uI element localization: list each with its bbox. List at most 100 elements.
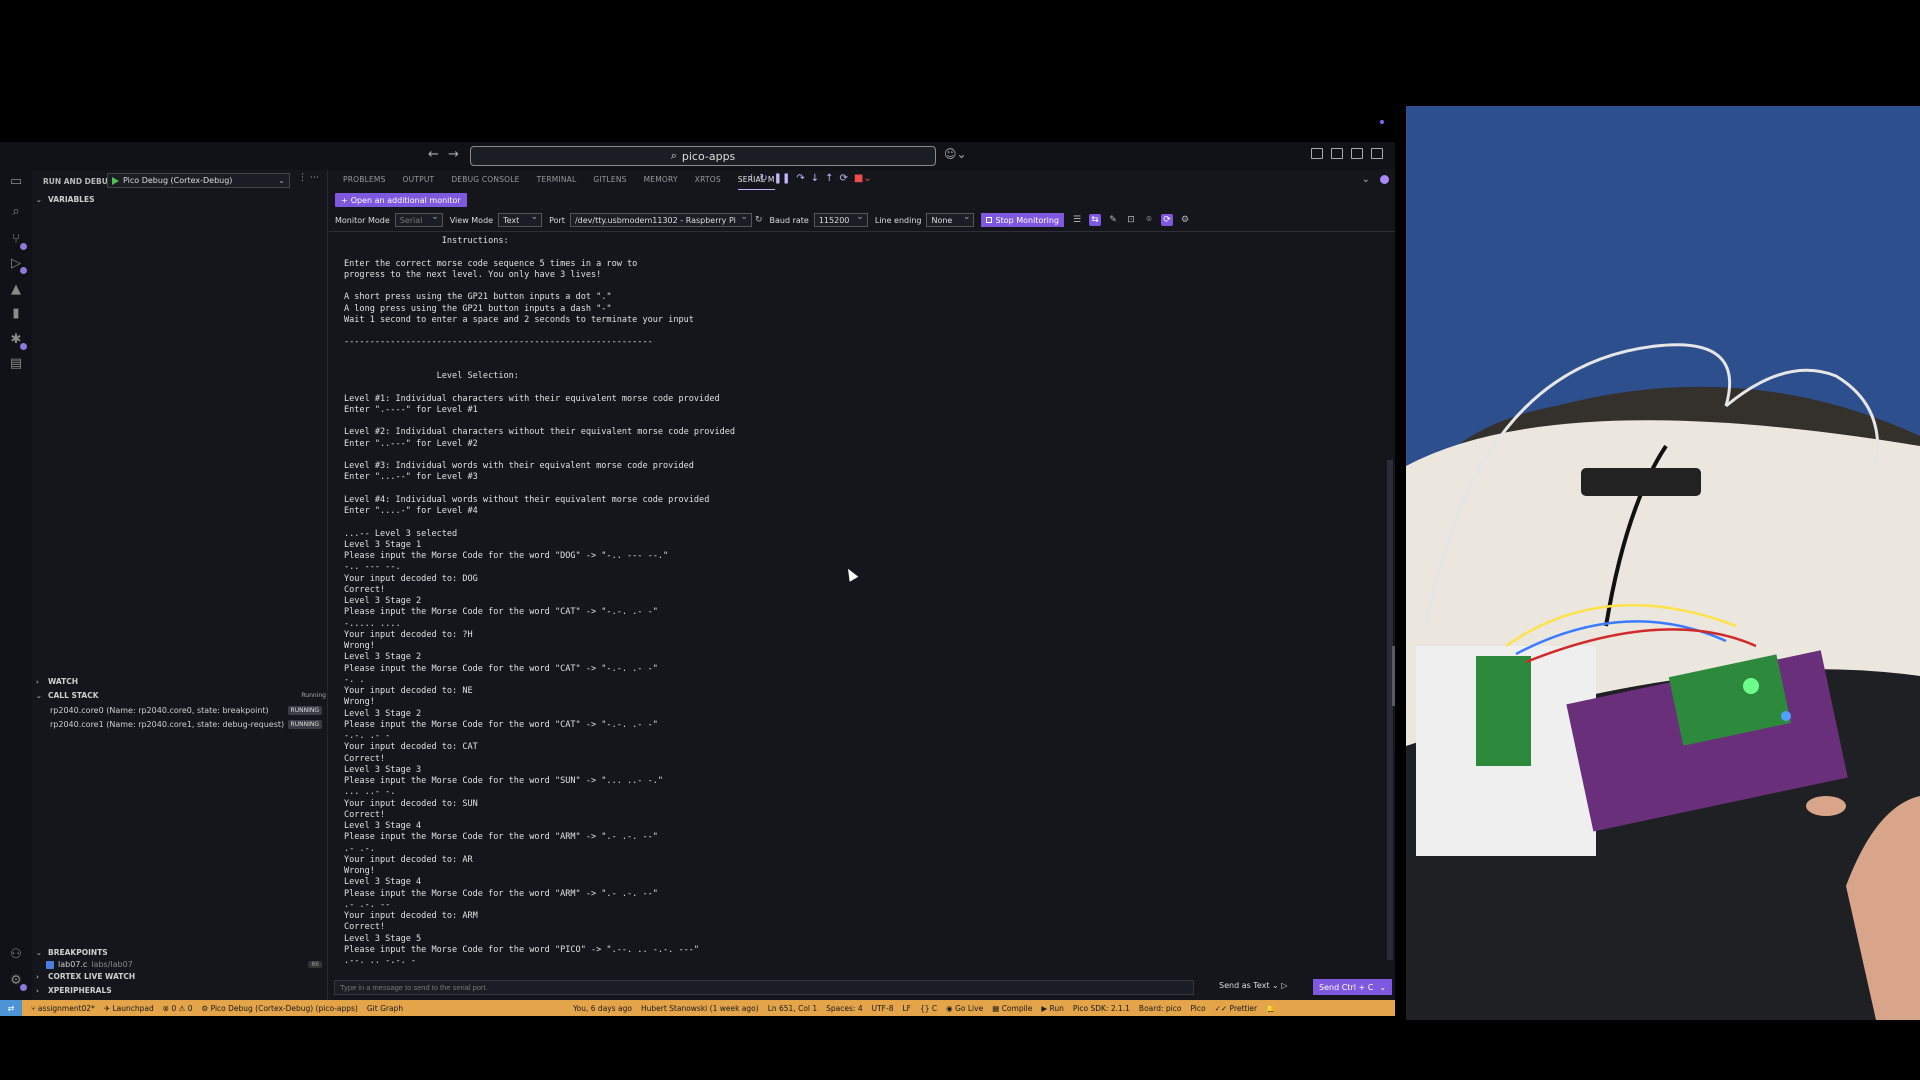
git-author[interactable]: Hubert Stanowski (1 week ago) [641,1004,759,1013]
tab-xrtos[interactable]: XRTOS [695,170,721,190]
baud-rate-select[interactable]: 115200 [813,212,868,227]
watch-section[interactable]: › WATCH [36,677,78,686]
start-debug-icon[interactable] [112,176,119,185]
command-center-search[interactable]: ⌕ pico-apps [470,146,936,166]
go-live-button[interactable]: ◉ Go Live [946,1004,983,1013]
step-into-icon[interactable]: ↓ [811,173,819,184]
list-icon[interactable]: ☰ [1071,214,1083,226]
tab-terminal[interactable]: TERMINAL [537,170,577,190]
encoding[interactable]: UTF-8 [872,1004,894,1013]
stop-square-icon [986,217,993,223]
accounts-icon[interactable]: ⚇ [8,947,24,963]
breakpoints-section[interactable]: ⌄ BREAKPOINTS [36,948,108,957]
git-branch[interactable]: ⑂ assignment02* [31,1004,95,1013]
cortex-live-watch-section[interactable]: › CORTEX LIVE WATCH [36,972,135,981]
line-ending[interactable]: LF [902,1004,911,1013]
webcam-scene [1406,106,1920,1020]
export-log-icon[interactable]: ⊡ [1125,214,1137,226]
monitor-mode-select[interactable]: Serial [394,212,443,227]
step-out-icon[interactable]: ↑ [825,173,833,184]
send-as-select[interactable]: Send as Text ⌄ ▷ [1219,981,1287,990]
restart-icon[interactable]: ↻ [759,173,767,184]
testing-icon[interactable]: ▮ [8,306,24,322]
toggle-secondary-sidebar-icon[interactable] [1371,148,1383,159]
serial-output-line: Enter the correct morse code sequence 5 … [344,258,638,269]
toggle-panel-icon[interactable] [1351,148,1363,159]
settings-gear-icon[interactable]: ⚙ [8,973,27,991]
layout-controls [1311,148,1383,159]
notifications-bell-icon[interactable]: 🔔 [1266,1004,1275,1013]
debug-session[interactable]: ⚙ Pico Debug (Cortex-Debug) (pico-apps) [201,1004,357,1013]
view-mode-select[interactable]: Text [498,212,543,227]
serial-output-line: Wrong! [344,641,375,651]
prettier[interactable]: ✓✓ Prettier [1215,1004,1258,1013]
open-additional-monitor-button[interactable]: + Open an additional monitor [335,193,467,207]
line-ending-select[interactable]: None [926,212,975,227]
reset-icon[interactable]: ⟳ [840,173,848,184]
git-graph[interactable]: Git Graph [367,1004,403,1013]
timestamp-toggle-icon[interactable]: ⇆ [1089,214,1101,226]
run-button[interactable]: ▶ Run [1041,1004,1064,1013]
call-stack-item[interactable]: rp2040.core1 (Name: rp2040.core1, state:… [50,720,322,729]
stop-icon[interactable]: ■⌄ [854,173,872,184]
chat-icon[interactable]: ▤ [8,356,24,372]
problems-count[interactable]: ⊗ 0 ⚠ 0 [163,1004,193,1013]
compile-button[interactable]: ▦ Compile [992,1004,1032,1013]
serial-output-line: Please input the Morse Code for the word… [344,776,664,786]
scroll-thumb[interactable] [1392,646,1395,706]
xperipherals-section[interactable]: › XPERIPHERALS [36,986,112,995]
pico-sdk-version[interactable]: Pico SDK: 2.1.1 [1073,1004,1130,1013]
toggle-sidebar-icon[interactable] [1331,148,1343,159]
bottom-panel: PROBLEMS OUTPUT DEBUG CONSOLE TERMINAL G… [329,170,1395,1000]
breakpoint-item[interactable]: lab07.c labs/lab07 86 [46,960,328,969]
tab-debug-console[interactable]: DEBUG CONSOLE [451,170,519,190]
board-select[interactable]: Board: pico [1139,1004,1182,1013]
auto-scroll-icon[interactable]: ⟳ [1161,214,1173,226]
debug-config-select[interactable]: Pico Debug (Cortex-Debug) ⌄ [107,173,290,188]
run-debug-icon[interactable]: ▷ [8,256,27,274]
breakpoint-checkbox[interactable] [46,960,54,969]
tab-problems[interactable]: PROBLEMS [343,170,386,190]
port-select[interactable]: /dev/tty.usbmodem11302 - Raspberry Pi [569,212,752,227]
back-arrow-icon[interactable]: ← [428,147,439,162]
explorer-icon[interactable]: ▭ [8,174,24,190]
run-debug-title: RUN AND DEBUG [43,176,114,186]
remote-icon[interactable]: ⇄ [0,1000,22,1016]
variables-section[interactable]: ⌄ VARIABLES [36,195,95,204]
pico-icon[interactable]: ✱ [8,332,27,350]
panel-status-dot[interactable] [1380,175,1389,184]
customize-layout-icon[interactable] [1311,148,1323,159]
extensions-icon[interactable]: ▲ [8,282,24,298]
more-actions-icon[interactable]: ⋮ ⋯ [298,173,319,183]
tab-output[interactable]: OUTPUT [403,170,435,190]
search-icon[interactable]: ⌕ [8,204,24,220]
pause-icon[interactable]: ❚❚ [774,173,791,184]
git-blame[interactable]: You, 6 days ago [573,1004,632,1013]
pico-target[interactable]: Pico [1190,1004,1205,1013]
serial-output-line: .- .-. [344,843,375,854]
step-over-icon[interactable]: ↷ [796,173,804,184]
call-stack-item[interactable]: rp2040.core0 (Name: rp2040.core0, state:… [50,706,322,715]
drag-handle-icon[interactable]: ⁞ [750,173,753,184]
clear-output-icon[interactable]: ✎ [1107,214,1119,226]
call-stack-section[interactable]: ⌄ CALL STACK Running [36,691,326,700]
send-ctrl-c-button[interactable]: Send Ctrl + C ⌄ [1313,979,1393,995]
indentation[interactable]: Spaces: 4 [826,1004,862,1013]
copilot-icon[interactable]: ☺⌄ [944,147,967,161]
language-mode[interactable]: {} C [920,1004,937,1013]
output-scrollbar[interactable] [1387,460,1393,960]
tab-gitlens[interactable]: GITLENS [593,170,626,190]
forward-arrow-icon[interactable]: → [448,147,459,162]
launchpad[interactable]: ✈ Launchpad [104,1004,154,1013]
serial-message-input[interactable] [334,980,1194,995]
settings-gear-icon[interactable]: ⚙ [1179,214,1191,226]
serial-output-line: Correct! [344,809,386,820]
source-control-icon[interactable]: ⑂ [8,232,27,250]
stop-monitoring-button[interactable]: Stop Monitoring [981,213,1064,227]
cursor-position[interactable]: Ln 651, Col 1 [768,1004,817,1013]
chevron-down-icon[interactable]: ⌄ [1362,174,1370,185]
serial-output-line [344,349,1374,360]
lock-scroll-icon[interactable]: ⌾ [1143,214,1155,226]
tab-memory[interactable]: MEMORY [644,170,678,190]
refresh-ports-icon[interactable]: ↻ [755,215,763,225]
